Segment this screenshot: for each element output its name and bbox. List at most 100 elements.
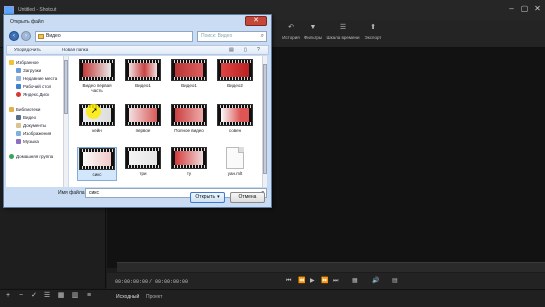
- nav-recent[interactable]: Недавние места: [16, 75, 57, 82]
- grid-view-icon[interactable]: ▦: [57, 292, 65, 300]
- file-name: ту: [186, 171, 192, 176]
- scrubber-bar[interactable]: [117, 262, 545, 272]
- duration-timecode: 00:00:00:00: [155, 279, 189, 285]
- toolbar-timeline-label: Шкала времени: [326, 35, 360, 40]
- new-folder-button[interactable]: Новая папка: [62, 47, 88, 52]
- tab-project[interactable]: Проект: [146, 294, 162, 300]
- open-button-label: Открыть: [195, 194, 216, 200]
- volume-icon[interactable]: 🔊: [372, 278, 379, 284]
- cancel-button[interactable]: Отмена: [230, 192, 265, 203]
- chevron-down-icon[interactable]: ▾: [217, 194, 220, 200]
- nav-downloads[interactable]: Загрузки: [16, 67, 41, 74]
- folder-icon: [38, 34, 44, 39]
- export-icon: ⬆: [370, 24, 376, 31]
- list-view-icon[interactable]: ☰: [43, 292, 51, 300]
- organize-button[interactable]: Упорядочить: [14, 47, 41, 52]
- help-icon[interactable]: ?: [257, 47, 260, 53]
- nav-homegroup-label: Домашняя группа: [16, 154, 54, 159]
- file-item[interactable]: три: [123, 147, 163, 181]
- preview-pane-icon[interactable]: ▯: [244, 47, 247, 53]
- dialog-nav-row: ‹ › Видео Поиск: Видео ⌕: [9, 30, 267, 43]
- skip-to-end-icon[interactable]: ⏭: [333, 278, 338, 284]
- nav-homegroup[interactable]: Домашняя группа: [9, 153, 53, 160]
- zoom-icon[interactable]: ▤: [392, 278, 398, 284]
- video-thumbnail-icon: [217, 59, 253, 81]
- search-placeholder: Поиск: Видео: [201, 33, 233, 39]
- nav-video[interactable]: Видео: [16, 114, 36, 121]
- nav-scroll-thumb[interactable]: [64, 60, 68, 114]
- play-icon[interactable]: ▶: [310, 278, 315, 284]
- nav-desktop-label: Рабочий стол: [23, 84, 52, 89]
- nav-documents[interactable]: Документы: [16, 122, 46, 129]
- remove-icon[interactable]: −: [17, 292, 25, 300]
- video-thumbnail-icon: [79, 148, 115, 170]
- fast-forward-icon[interactable]: ⏩: [321, 278, 328, 284]
- check-icon[interactable]: ✓: [30, 292, 38, 300]
- file-item[interactable]: Полное видео: [169, 104, 209, 138]
- file-name: кейн: [92, 128, 102, 133]
- nav-documents-label: Документы: [23, 123, 47, 128]
- forward-icon[interactable]: ›: [21, 31, 31, 41]
- nav-downloads-label: Загрузки: [23, 68, 42, 73]
- file-item[interactable]: первое: [123, 104, 163, 138]
- dialog-close-button[interactable]: ✕: [245, 16, 267, 26]
- minimize-icon[interactable]: –: [507, 4, 516, 13]
- file-item-selected[interactable]: сикс: [77, 147, 117, 181]
- file-item[interactable]: ту: [169, 147, 209, 181]
- homegroup-icon: [9, 154, 14, 159]
- file-item[interactable]: Видео первая часть: [77, 59, 117, 93]
- back-icon[interactable]: ‹: [9, 31, 19, 41]
- pointer-icon: ➚: [91, 106, 98, 115]
- file-list-scroll-thumb[interactable]: [263, 64, 267, 174]
- file-name: первое: [135, 128, 151, 133]
- downloads-icon: [16, 68, 21, 73]
- filename-value: сикс: [89, 190, 100, 196]
- file-item[interactable]: Видео1: [169, 59, 209, 93]
- nav-music[interactable]: Музыка: [16, 138, 39, 145]
- images-icon: [16, 131, 21, 136]
- address-bar[interactable]: Видео: [35, 31, 193, 42]
- video-thumbnail-icon: [217, 104, 253, 126]
- view-options-icon[interactable]: ▤: [229, 47, 234, 53]
- current-timecode[interactable]: 00:00:00:00: [115, 279, 148, 285]
- toolbar-filters-button[interactable]: ▼ Фильтры: [296, 24, 330, 40]
- file-list-scrollbar[interactable]: [262, 56, 267, 187]
- timeline-icon: ☰: [339, 24, 347, 31]
- add-icon[interactable]: +: [4, 292, 12, 300]
- search-input[interactable]: Поиск: Видео ⌕: [197, 31, 267, 42]
- skip-to-start-icon[interactable]: ⏮: [286, 278, 291, 284]
- menu-icon[interactable]: ≡: [85, 292, 93, 300]
- toolbar-export-button[interactable]: ⬆ Экспорт: [356, 24, 390, 40]
- file-item[interactable]: уан.mlt: [215, 147, 255, 181]
- nav-libraries[interactable]: Библиотеки: [9, 106, 40, 113]
- file-name: совен: [228, 128, 242, 133]
- cancel-button-label: Отмена: [238, 194, 257, 200]
- maximize-icon[interactable]: ▢: [520, 4, 529, 13]
- navigation-pane: Избранное Загрузки Недавние места Рабочи…: [6, 56, 68, 187]
- nav-desktop[interactable]: Рабочий стол: [16, 83, 51, 90]
- nav-music-label: Музыка: [23, 139, 39, 144]
- toolbar-timeline-button[interactable]: ☰ Шкала времени: [326, 24, 360, 40]
- nav-yandex-disk[interactable]: Яндекс.Диск: [16, 91, 49, 98]
- yandex-disk-icon: [16, 92, 21, 97]
- nav-favorites[interactable]: Избранное: [9, 59, 39, 66]
- dialog-title: Открыть файл: [10, 19, 44, 25]
- document-icon: [226, 147, 244, 169]
- nav-video-label: Видео: [23, 115, 37, 120]
- command-bar: Упорядочить Новая папка ▤ ▯ ?: [6, 45, 269, 55]
- file-name: Видео первая часть: [82, 83, 112, 93]
- rewind-icon[interactable]: ⏪: [298, 278, 305, 284]
- close-icon[interactable]: ✕: [533, 4, 542, 13]
- file-item[interactable]: Видео1: [123, 59, 163, 93]
- tab-source[interactable]: Исходный: [116, 294, 139, 300]
- transport-bar: 00:00:00:00 / 00:00:00:00 ⏮ ⏪ ▶ ⏩ ⏭ ▦ 🔊 …: [107, 273, 545, 289]
- open-button[interactable]: Открыть ▾: [190, 192, 225, 203]
- icon-view-icon[interactable]: ▥: [71, 292, 79, 300]
- grid-icon[interactable]: ▦: [352, 278, 358, 284]
- file-item[interactable]: совен: [215, 104, 255, 138]
- file-item[interactable]: Видео2: [215, 59, 255, 93]
- libraries-icon: [9, 107, 14, 112]
- address-path: Видео: [46, 33, 61, 39]
- nav-images[interactable]: Изображения: [16, 130, 51, 137]
- nav-pane-scrollbar[interactable]: [63, 56, 68, 187]
